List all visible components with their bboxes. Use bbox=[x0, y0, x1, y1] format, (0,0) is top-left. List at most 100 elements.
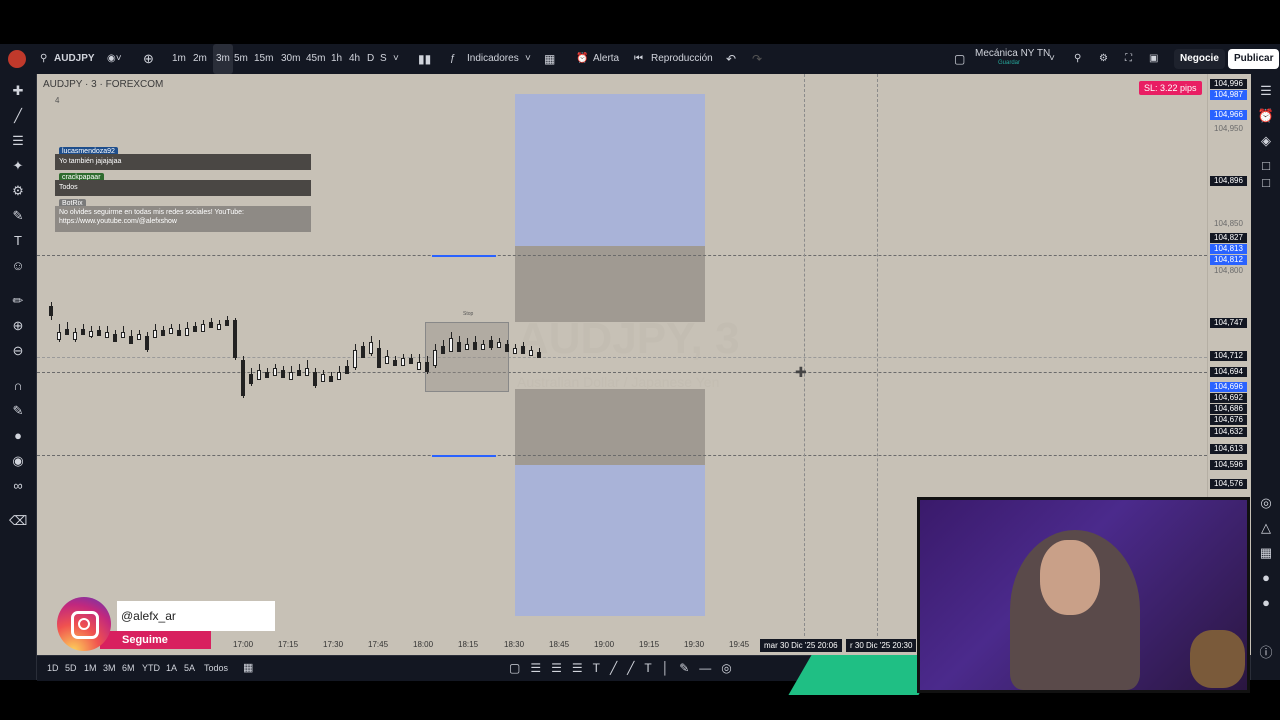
timeframe-4h[interactable]: 4h bbox=[349, 44, 360, 74]
trade-button[interactable]: Negocie bbox=[1174, 49, 1225, 69]
publish-button[interactable]: Publicar bbox=[1228, 49, 1280, 69]
camera-icon[interactable]: ▣ bbox=[1149, 44, 1158, 74]
calendar-icon[interactable]: ▦ bbox=[1257, 544, 1275, 562]
text-icon[interactable]: T bbox=[9, 232, 27, 250]
candle-body bbox=[345, 366, 349, 374]
search-icon[interactable]: ⚲ bbox=[1074, 44, 1081, 74]
lock-drawing-icon[interactable]: ✎ bbox=[9, 402, 27, 420]
range-YTD[interactable]: YTD bbox=[142, 656, 160, 680]
range-Todos[interactable]: Todos bbox=[204, 656, 228, 680]
candle-body bbox=[513, 348, 517, 354]
price-label: 104,896 bbox=[1210, 176, 1247, 186]
chart-type-icon[interactable]: ▮▮ bbox=[418, 44, 431, 74]
trendline-icon[interactable]: ╱ bbox=[9, 107, 27, 125]
range-5D[interactable]: 5D bbox=[65, 656, 77, 680]
timeframe-1h[interactable]: 1h bbox=[331, 44, 342, 74]
trash-icon[interactable]: ⌫ bbox=[9, 512, 27, 530]
time-tick-label: 19:45 bbox=[729, 640, 750, 649]
lock-icon[interactable]: ● bbox=[9, 427, 27, 445]
date-range-icon[interactable]: ▦ bbox=[243, 656, 253, 680]
price-label: 104,747 bbox=[1210, 318, 1247, 328]
ruler-icon[interactable]: ✏ bbox=[9, 292, 27, 310]
crosshair-icon[interactable]: ✚ bbox=[9, 82, 27, 100]
candle-body bbox=[385, 356, 389, 364]
candle-body bbox=[449, 338, 453, 352]
price-label: 104,987 bbox=[1210, 90, 1247, 100]
target-icon[interactable]: ◎ bbox=[1257, 494, 1275, 512]
candle-body bbox=[177, 330, 181, 336]
user-avatar[interactable] bbox=[8, 44, 26, 74]
magnet-icon[interactable]: ∩ bbox=[9, 377, 27, 395]
timeframe-1m[interactable]: 1m bbox=[172, 44, 186, 74]
compare-icon[interactable]: ◉˅ bbox=[107, 44, 122, 74]
chevron-down-icon[interactable]: ˅ bbox=[393, 44, 399, 74]
link-icon[interactable]: ∞ bbox=[9, 477, 27, 495]
candle-body bbox=[361, 346, 365, 358]
redo-icon[interactable]: ↷ bbox=[752, 44, 762, 74]
notification-icon[interactable]: ● bbox=[1257, 569, 1275, 587]
candle-body bbox=[137, 334, 141, 340]
settings-icon[interactable]: ⚙ bbox=[1099, 44, 1108, 74]
indicators-icon: ƒ bbox=[450, 53, 456, 64]
timeframe-15m[interactable]: 15m bbox=[254, 44, 273, 74]
candle-body bbox=[433, 350, 437, 366]
drawing-tools-strip[interactable]: ▢☰☰☰T╱╱T│✎—◎ bbox=[509, 656, 742, 680]
timeframe-30m[interactable]: 30m bbox=[281, 44, 300, 74]
time-tick-label: 19:15 bbox=[639, 640, 660, 649]
alerts-icon[interactable]: ⏰ bbox=[1257, 107, 1275, 125]
chat-message: No olvides seguirme en todas mis redes s… bbox=[55, 206, 311, 232]
timeframe-5m[interactable]: 5m bbox=[234, 44, 248, 74]
candle-body bbox=[313, 372, 317, 386]
layers-icon[interactable]: ◈ bbox=[1257, 132, 1275, 150]
notification-icon[interactable]: ● bbox=[1257, 594, 1275, 612]
candle-body bbox=[417, 362, 421, 370]
indicators-button[interactable]: Indicadores bbox=[467, 44, 519, 74]
alert-button[interactable]: Alerta bbox=[593, 44, 619, 74]
timeframe-S[interactable]: S bbox=[380, 44, 387, 74]
zoom-out-icon[interactable]: ⊖ bbox=[9, 342, 27, 360]
timeframe-2m[interactable]: 2m bbox=[193, 44, 207, 74]
right-sidebar: ☰ ⏰ ◈ □ □ ◎ △ ▦ ● ● ⓘ bbox=[1250, 74, 1280, 680]
emoji-icon[interactable]: ☺ bbox=[9, 257, 27, 275]
candle-body bbox=[505, 344, 509, 352]
candle-body bbox=[153, 330, 157, 338]
chevron-down-icon[interactable]: ˅ bbox=[1049, 44, 1055, 74]
zoom-in-icon[interactable]: ⊕ bbox=[9, 317, 27, 335]
layout-icon[interactable]: ▢ bbox=[954, 44, 965, 74]
undo-icon[interactable]: ↶ bbox=[726, 44, 736, 74]
templates-icon[interactable]: ▦ bbox=[544, 44, 555, 74]
brush-icon[interactable]: ✎ bbox=[9, 207, 27, 225]
replay-button[interactable]: Reproducción bbox=[651, 44, 713, 74]
fullscreen-icon[interactable]: ⛶ bbox=[1125, 44, 1132, 74]
range-3M[interactable]: 3M bbox=[103, 656, 116, 680]
range-1D[interactable]: 1D bbox=[47, 656, 59, 680]
ideas-icon[interactable]: □ bbox=[1257, 174, 1275, 192]
chat-icon[interactable]: □ bbox=[1257, 157, 1275, 175]
range-5A[interactable]: 5A bbox=[184, 656, 195, 680]
timeframe-45m[interactable]: 45m bbox=[306, 44, 325, 74]
watchlist-icon[interactable]: ☰ bbox=[1257, 82, 1275, 100]
fib-icon[interactable]: ☰ bbox=[9, 132, 27, 150]
range-1A[interactable]: 1A bbox=[166, 656, 177, 680]
symbol-search-button[interactable]: AUDJPY bbox=[54, 44, 95, 74]
price-label: 104,694 bbox=[1210, 367, 1247, 377]
candle-body bbox=[393, 360, 397, 366]
candle-body bbox=[297, 370, 301, 376]
pattern-icon[interactable]: ✦ bbox=[9, 157, 27, 175]
range-6M[interactable]: 6M bbox=[122, 656, 135, 680]
range-1M[interactable]: 1M bbox=[84, 656, 97, 680]
timeframe-D[interactable]: D bbox=[367, 44, 374, 74]
price-label: 104,827 bbox=[1210, 233, 1247, 243]
timeframe-3m[interactable]: 3m bbox=[213, 44, 233, 74]
price-label: 104,686 bbox=[1210, 404, 1247, 414]
forecast-icon[interactable]: ⚙ bbox=[9, 182, 27, 200]
help-icon[interactable]: ⓘ bbox=[1257, 644, 1275, 662]
eye-icon[interactable]: ◉ bbox=[9, 452, 27, 470]
search-icon[interactable]: ⚲ bbox=[40, 44, 47, 74]
chevron-down-icon[interactable]: ˅ bbox=[525, 44, 531, 74]
time-tick-label: 17:15 bbox=[278, 640, 299, 649]
price-label: 104,996 bbox=[1210, 79, 1247, 89]
pulse-icon[interactable]: △ bbox=[1257, 519, 1275, 537]
add-symbol-icon[interactable]: ⊕ bbox=[143, 44, 154, 74]
price-label: 104,850 bbox=[1214, 219, 1243, 228]
